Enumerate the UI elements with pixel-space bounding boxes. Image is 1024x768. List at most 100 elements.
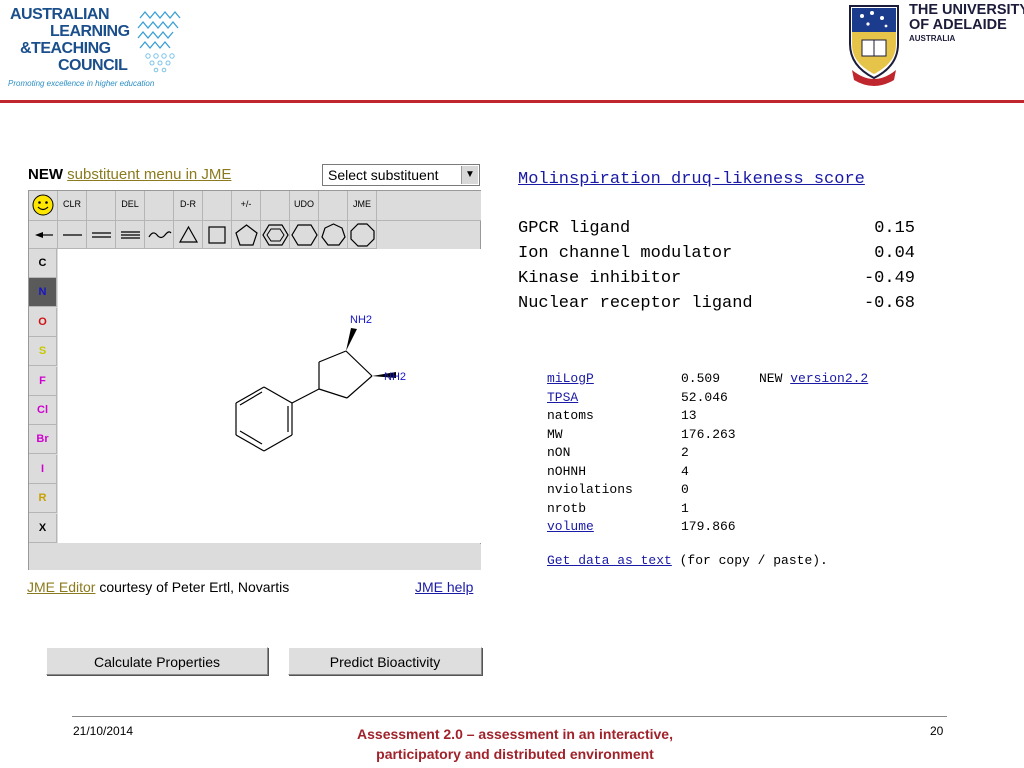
- atom-o[interactable]: O: [29, 307, 57, 337]
- jme-canvas[interactable]: NH2 NH2: [58, 249, 481, 543]
- atom-r[interactable]: R: [29, 484, 57, 514]
- tool-empty[interactable]: [319, 191, 348, 221]
- page-number: 20: [930, 724, 944, 738]
- jme-editor-link[interactable]: JME Editor: [27, 579, 95, 595]
- jme-heading: NEW substituent menu in JME: [28, 166, 231, 183]
- property-row: nviolations 0: [547, 482, 907, 501]
- atom-br[interactable]: Br: [29, 425, 57, 455]
- single-bond-tool[interactable]: [58, 221, 87, 249]
- tool-label: DEL: [121, 199, 139, 209]
- benzene-tool[interactable]: [261, 221, 290, 249]
- property-name: nOHNH: [547, 463, 587, 479]
- double-bond-tool[interactable]: [87, 221, 116, 249]
- tool-label: D-R: [180, 199, 196, 209]
- ring3-tool[interactable]: [174, 221, 203, 249]
- tool-udo[interactable]: UDO: [290, 191, 319, 221]
- property-row: volume 179.866: [547, 519, 907, 538]
- bond-chain-tool[interactable]: [29, 221, 58, 249]
- property-name[interactable]: TPSA: [547, 390, 578, 405]
- footer-title-line: participatory and distributed environmen…: [376, 746, 654, 762]
- heptagon-ring-icon: [321, 223, 346, 246]
- jme-help-link[interactable]: JME help: [415, 579, 473, 595]
- jme-toolbar-bonds: [29, 221, 481, 249]
- atom-x[interactable]: X: [29, 513, 57, 543]
- ring5-tool[interactable]: [232, 221, 261, 249]
- property-name[interactable]: miLogP: [547, 371, 594, 386]
- property-name[interactable]: volume: [547, 519, 594, 534]
- ring8-tool[interactable]: [348, 221, 377, 249]
- tool-empty[interactable]: [203, 191, 232, 221]
- property-row: nrotb 1: [547, 501, 907, 520]
- score-name: Nuclear receptor ligand: [518, 294, 753, 313]
- jme-toolbar-actions: CLR DEL D-R +/- UDO JME: [29, 191, 481, 221]
- jme-editor: CLR DEL D-R +/- UDO JME C N O S F Cl Br I R X: [28, 190, 481, 570]
- smiley-tool[interactable]: [29, 191, 58, 221]
- property-value: 176.263: [681, 426, 736, 442]
- tool-[interactable]: +/-: [232, 191, 261, 221]
- property-value: 2: [681, 445, 689, 460]
- ring4-tool[interactable]: [203, 221, 232, 249]
- substituent-menu-link[interactable]: substituent menu in JME: [67, 166, 231, 183]
- pentagon-ring-icon: [235, 224, 258, 246]
- atom-n[interactable]: N: [29, 278, 57, 308]
- atom-c[interactable]: C: [29, 249, 57, 278]
- square-ring-icon: [208, 226, 226, 244]
- atom-s[interactable]: S: [29, 337, 57, 367]
- new-label: NEW: [759, 371, 783, 386]
- property-row: miLogP 0.509 NEW version2.2: [547, 371, 907, 390]
- altc-tagline: Promoting excellence in higher education: [8, 79, 155, 88]
- triple-bond-tool[interactable]: [116, 221, 145, 249]
- property-name: nON: [547, 445, 571, 460]
- score-row: Kinase inhibitor -0.49: [518, 269, 918, 294]
- score-name: Kinase inhibitor: [518, 269, 682, 288]
- toolbar-filler: [377, 191, 481, 221]
- druglikeness-title-link[interactable]: Molinspiration druq-likeness score: [518, 170, 865, 189]
- tool-del[interactable]: DEL: [116, 191, 145, 221]
- adelaide-line2: OF ADELAIDE: [909, 17, 1007, 33]
- score-value: -0.49: [863, 269, 915, 288]
- triple-bond-icon: [121, 231, 140, 239]
- property-name: nviolations: [547, 482, 633, 497]
- substituent-select-value: Select substituent: [328, 167, 439, 183]
- atom-f[interactable]: F: [29, 366, 57, 396]
- smiley-icon: [32, 194, 54, 216]
- adelaide-wordmark: THE UNIVERSITY OF ADELAIDE AUSTRALIA: [909, 3, 1024, 45]
- ring6-tool[interactable]: [290, 221, 319, 249]
- jme-status-bar: [29, 544, 481, 570]
- property-row: nON 2: [547, 445, 907, 464]
- wavy-chain-icon: [148, 231, 172, 239]
- tool-empty[interactable]: [261, 191, 290, 221]
- calculate-properties-button[interactable]: Calculate Properties: [46, 647, 268, 675]
- property-value: 4: [681, 463, 689, 479]
- ring7-tool[interactable]: [319, 221, 348, 249]
- score-row: Nuclear receptor ligand -0.68: [518, 294, 918, 319]
- property-value: 0.509: [681, 371, 721, 386]
- footer-date: 21/10/2014: [73, 724, 134, 738]
- chevron-down-icon[interactable]: ▼: [461, 166, 478, 184]
- version-link[interactable]: version2.2: [790, 371, 868, 386]
- property-row: natoms 13: [547, 408, 907, 427]
- get-data-link[interactable]: Get data as text: [547, 553, 672, 568]
- score-value: 0.15: [874, 219, 915, 238]
- tool-empty[interactable]: [145, 191, 174, 221]
- tool-clr[interactable]: CLR: [58, 191, 87, 221]
- chain-tool[interactable]: [145, 221, 174, 249]
- property-value: 1: [681, 500, 689, 516]
- altc-logo-line: &TEACHING: [20, 40, 111, 57]
- adelaide-line3: AUSTRALIA: [909, 34, 956, 43]
- property-value: 52.046: [681, 389, 728, 405]
- predict-bioactivity-button[interactable]: Predict Bioactivity: [288, 647, 482, 675]
- altc-logo-line: LEARNING: [50, 23, 130, 40]
- atom-i[interactable]: I: [29, 454, 57, 484]
- tool-dr[interactable]: D-R: [174, 191, 203, 221]
- tool-jme[interactable]: JME: [348, 191, 377, 221]
- altc-wave-icon: [137, 10, 181, 73]
- tool-empty[interactable]: [87, 191, 116, 221]
- substituent-select[interactable]: Select substituent ▼: [322, 164, 480, 186]
- atom-cl[interactable]: Cl: [29, 396, 57, 425]
- jme-credit-text: courtesy of Peter Ertl, Novartis: [95, 579, 290, 595]
- molecule-drawing: NH2 NH2: [235, 314, 406, 452]
- property-value: 0: [681, 482, 689, 497]
- property-value: 13: [681, 408, 697, 423]
- chain-icon: [35, 232, 53, 238]
